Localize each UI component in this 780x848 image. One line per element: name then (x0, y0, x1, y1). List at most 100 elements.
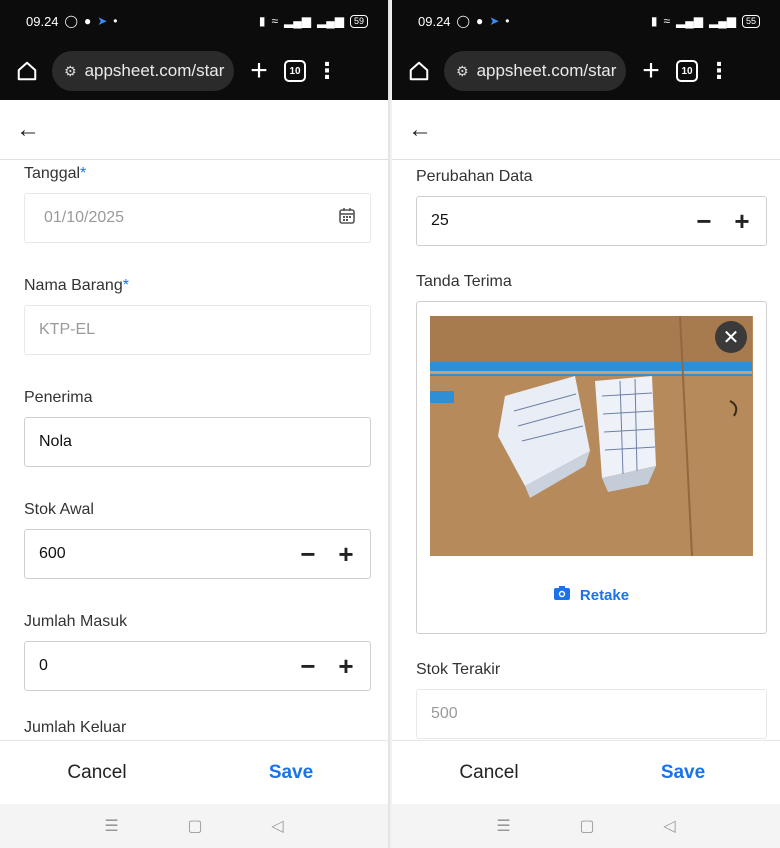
wifi-icon: ≈ (663, 14, 671, 28)
receipt-photo-image (430, 316, 752, 556)
whatsapp-icon: ◯ (456, 14, 470, 28)
browser-toolbar: ⚙ appsheet.com/star + 10 ⋮ (392, 42, 780, 100)
required-mark: * (122, 277, 129, 294)
notification-icon: ➤ (489, 14, 500, 28)
jumlah-masuk-input[interactable]: 0 − + (24, 641, 371, 691)
penerima-input[interactable]: Nola (24, 417, 371, 467)
field-label: Tanggal* (24, 165, 87, 182)
battery-icon: 55 (741, 14, 760, 28)
jumlah-masuk-value: 0 (39, 657, 48, 674)
date-value: 01/10/2025 (44, 209, 125, 226)
retake-button[interactable]: Retake (430, 556, 753, 634)
site-settings-icon[interactable]: ⚙ (456, 63, 469, 80)
status-bar: 09.24 ◯ ● ➤ • ▮ ≈ ▂▄▆ ▂▄▆ 59 (0, 0, 388, 42)
field-label: Tanda Terima (416, 273, 512, 290)
app-header: ← (0, 100, 388, 160)
increment-button[interactable]: + (336, 653, 356, 679)
nav-home-icon[interactable]: ▢ (187, 816, 202, 836)
cancel-button[interactable]: Cancel (392, 762, 586, 784)
overflow-menu-icon[interactable]: ⋮ (708, 58, 730, 84)
home-icon[interactable] (12, 56, 42, 86)
system-nav-bar: ☰ ▢ ◁ (0, 804, 388, 848)
stok-awal-value: 600 (39, 545, 66, 562)
new-tab-icon[interactable]: + (244, 56, 274, 86)
wifi-icon: ≈ (271, 14, 279, 28)
phone-screen-right: 09.24 ◯ ● ➤ • ▮ ≈ ▂▄▆ ▂▄▆ 55 ⚙ appsheet.… (392, 0, 780, 848)
back-arrow-icon[interactable]: ← (16, 116, 40, 144)
phone-screen-left: 09.24 ◯ ● ➤ • ▮ ≈ ▂▄▆ ▂▄▆ 59 ⚙ appsheet.… (0, 0, 390, 848)
field-label: Stok Terakir (416, 661, 501, 678)
quantity-stepper: − + (298, 653, 356, 679)
field-label: Penerima (24, 389, 93, 406)
field-perubahan-data: Perubahan Data 25 − + (416, 168, 767, 246)
vibrate-icon: ▮ (258, 14, 266, 28)
decrement-button[interactable]: − (298, 541, 318, 567)
receipt-photo[interactable]: ✕ (430, 316, 753, 556)
increment-button[interactable]: + (336, 541, 356, 567)
field-jumlah-masuk: Jumlah Masuk 0 − + (24, 613, 371, 691)
stok-terakir-value: 500 (431, 705, 458, 722)
perubahan-data-input[interactable]: 25 − + (416, 196, 767, 246)
field-jumlah-keluar: Jumlah Keluar (24, 719, 371, 740)
nav-back-icon[interactable]: ◁ (271, 816, 283, 836)
stok-terakir-input[interactable]: 500 (416, 689, 767, 739)
increment-button[interactable]: + (732, 208, 752, 234)
app-header: ← (392, 100, 780, 160)
cancel-button[interactable]: Cancel (0, 762, 194, 784)
quantity-stepper: − + (694, 208, 752, 234)
field-nama-barang: Nama Barang* KTP-EL (24, 277, 371, 355)
nama-barang-input[interactable]: KTP-EL (24, 305, 371, 355)
retake-label: Retake (579, 586, 630, 604)
status-time: 09.24 (26, 13, 59, 29)
save-button[interactable]: Save (194, 762, 388, 784)
field-stok-terakir: Stok Terakir 500 (416, 661, 767, 739)
decrement-button[interactable]: − (298, 653, 318, 679)
overflow-menu-icon[interactable]: ⋮ (316, 58, 338, 84)
tab-switcher-icon[interactable]: 10 (676, 60, 698, 82)
camera-icon (553, 585, 570, 605)
address-bar[interactable]: ⚙ appsheet.com/star (52, 51, 234, 91)
save-button[interactable]: Save (586, 762, 780, 784)
site-settings-icon[interactable]: ⚙ (64, 63, 77, 80)
decrement-button[interactable]: − (694, 208, 714, 234)
date-input[interactable]: 01/10/2025 (24, 193, 371, 243)
vibrate-icon: ▮ (650, 14, 658, 28)
nav-back-icon[interactable]: ◁ (663, 816, 675, 836)
signal-icon: ▂▄▆ (284, 14, 312, 28)
field-tanda-terima: Tanda Terima ✕ Retake (416, 273, 767, 634)
field-label: Jumlah Keluar (24, 719, 127, 736)
calendar-icon[interactable] (338, 207, 356, 230)
status-time: 09.24 (418, 13, 451, 29)
image-upload-box: ✕ Retake (416, 301, 767, 634)
nav-menu-icon[interactable]: ☰ (496, 816, 510, 836)
home-icon[interactable] (404, 56, 434, 86)
stok-awal-input[interactable]: 600 − + (24, 529, 371, 579)
signal-icon-2: ▂▄▆ (317, 14, 344, 28)
remove-image-close-icon[interactable]: ✕ (715, 321, 747, 353)
signal-icon: ▂▄▆ (676, 14, 704, 28)
field-label: Stok Awal (24, 501, 94, 518)
nav-menu-icon[interactable]: ☰ (104, 816, 118, 836)
address-bar[interactable]: ⚙ appsheet.com/star (444, 51, 626, 91)
quantity-stepper: − + (298, 541, 356, 567)
url-text: appsheet.com/star (84, 61, 225, 80)
field-stok-awal: Stok Awal 600 − + (24, 501, 371, 579)
new-tab-icon[interactable]: + (636, 56, 666, 86)
form-footer: Cancel Save (0, 740, 388, 804)
nav-home-icon[interactable]: ▢ (579, 816, 594, 836)
field-label: Perubahan Data (416, 168, 533, 185)
penerima-value: Nola (39, 433, 72, 450)
field-penerima: Penerima Nola (24, 389, 371, 467)
back-arrow-icon[interactable]: ← (408, 116, 432, 144)
required-mark: * (80, 165, 87, 182)
form-content: Perubahan Data 25 − + Tanda Terima ✕ Ret… (392, 161, 780, 740)
messenger-icon: ● (475, 14, 484, 28)
form-footer: Cancel Save (392, 740, 780, 804)
more-notifications-icon: • (505, 14, 510, 28)
form-content: Tanggal* 01/10/2025 Nama Barang* KTP-EL … (0, 161, 388, 740)
tab-switcher-icon[interactable]: 10 (284, 60, 306, 82)
signal-icon-2: ▂▄▆ (709, 14, 736, 28)
notification-icon: ➤ (97, 14, 108, 28)
whatsapp-icon: ◯ (64, 14, 78, 28)
field-tanggal: Tanggal* 01/10/2025 (24, 165, 371, 243)
